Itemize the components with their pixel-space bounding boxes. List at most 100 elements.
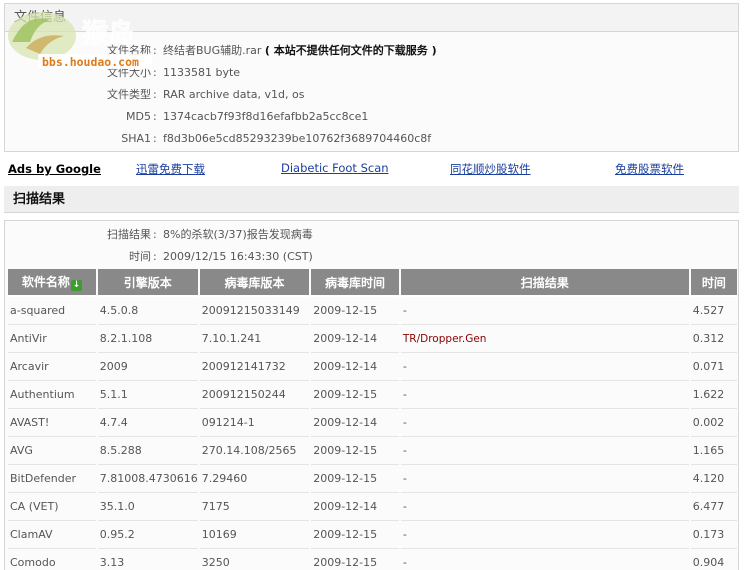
cell-db-version: 200912150244 bbox=[199, 381, 310, 409]
cell-scan-result: - bbox=[400, 437, 689, 465]
cell-db-time: 2009-12-14 bbox=[311, 409, 399, 437]
separator: : bbox=[153, 88, 157, 101]
ad-link-xunlei[interactable]: 迅雷免费下载 bbox=[136, 161, 205, 177]
cell-db-version: 091214-1 bbox=[199, 409, 310, 437]
file-type-label: 文件类型 bbox=[107, 88, 151, 101]
cell-db-time: 2009-12-15 bbox=[311, 437, 399, 465]
logo-url: bbs.houdao.com bbox=[42, 55, 139, 69]
cell-db-version: 7.29460 bbox=[199, 465, 310, 493]
cell-software-name: BitDefender bbox=[8, 465, 96, 493]
ad-link-free-stock-software[interactable]: 免费股票软件 bbox=[615, 161, 684, 177]
table-row: ClamAV 0.95.2 10169 2009-12-15-0.173 bbox=[8, 521, 737, 549]
cell-scan-time: 4.120 bbox=[690, 465, 737, 493]
cell-engine-version: 3.13 bbox=[98, 549, 198, 570]
table-row: AVAST! 4.7.4 091214-1 2009-12-14-0.002 bbox=[8, 409, 737, 437]
scan-summary-row: 扫描结果 : 8%的杀软(3/37)报告发现病毒 bbox=[5, 224, 738, 246]
sha1-row: SHA1 : f8d3b06e5cd85293239be10762f368970… bbox=[5, 128, 738, 150]
cell-scan-time: 0.002 bbox=[690, 409, 737, 437]
table-row: BitDefender 7.81008.4730616 7.29460 2009-12… bbox=[8, 465, 737, 493]
houdao-logo: 猴岛 bbs.houdao.com bbox=[8, 12, 152, 69]
download-notice: ( 本站不提供任何文件的下载服务 ) bbox=[264, 44, 437, 57]
cell-software-name: Comodo bbox=[8, 549, 96, 570]
cell-engine-version: 8.2.1.108 bbox=[97, 325, 198, 353]
table-row: a-squared 4.5.0.8 20091215033149 2009-12-15… bbox=[8, 297, 737, 325]
cell-software-name: AVAST! bbox=[8, 409, 96, 437]
md5-value: 1374cacb7f93f8d16efafbb2a5cc8ce1 bbox=[163, 110, 369, 123]
separator: : bbox=[153, 250, 157, 263]
table-row: Arcavir 2009 200912141732 2009-12-14-0.071 bbox=[8, 353, 737, 381]
ad-link-tonghuashun[interactable]: 同花顺炒股软件 bbox=[450, 161, 531, 177]
cell-db-version: 20091215033149 bbox=[199, 297, 310, 325]
cell-scan-time: 0.173 bbox=[690, 521, 737, 549]
cell-scan-result: - bbox=[401, 549, 689, 570]
cell-software-name: ClamAV bbox=[8, 521, 96, 549]
cell-db-time: 2009-12-14 bbox=[311, 353, 399, 381]
cell-scan-result: - bbox=[400, 297, 689, 325]
cell-scan-result: - bbox=[400, 521, 689, 549]
cell-software-name: Arcavir bbox=[8, 353, 96, 381]
cell-engine-version: 7.81008.4730616 bbox=[97, 465, 198, 493]
file-size-value: 1133581 byte bbox=[163, 66, 241, 79]
ads-by-google-link[interactable]: Ads by Google bbox=[8, 162, 101, 176]
cell-software-name: CA (VET) bbox=[8, 493, 96, 521]
sort-down-icon[interactable]: ↓ bbox=[70, 280, 82, 291]
cell-engine-version: 8.5.288 bbox=[97, 437, 198, 465]
file-type-value: RAR archive data, v1d, os bbox=[163, 88, 305, 101]
cell-db-version: 7.10.1.241 bbox=[199, 325, 310, 353]
cell-scan-result: - bbox=[400, 465, 689, 493]
md5-row: MD5 : 1374cacb7f93f8d16efafbb2a5cc8ce1 bbox=[5, 106, 738, 128]
cell-engine-version: 4.5.0.8 bbox=[97, 297, 198, 325]
separator: : bbox=[153, 110, 157, 123]
ad-link-diabetic-foot-scan[interactable]: Diabetic Foot Scan bbox=[281, 161, 389, 175]
table-row: Authentium 5.1.1 200912150244 2009-12-15-1.… bbox=[8, 381, 737, 409]
scan-time-label: 时间 bbox=[129, 250, 151, 263]
cell-db-version: 270.14.108/2565 bbox=[199, 437, 310, 465]
md5-label: MD5 bbox=[126, 110, 151, 123]
cell-scan-time: 6.477 bbox=[690, 493, 737, 521]
cell-db-time: 2009-12-15 bbox=[311, 549, 399, 570]
cell-engine-version: 2009 bbox=[97, 353, 198, 381]
cell-engine-version: 0.95.2 bbox=[97, 521, 198, 549]
sha1-value: f8d3b06e5cd85293239be10762f3689704460c8f bbox=[163, 132, 432, 145]
cell-db-time: 2009-12-15 bbox=[311, 297, 399, 325]
cell-scan-result: - bbox=[400, 409, 689, 437]
scan-results-table: 软件名称 ↓ 引擎版本 病毒库版本 病毒库时间 扫描结果 时间 a-squared… bbox=[6, 269, 739, 570]
scan-summary-label: 扫描结果 bbox=[107, 228, 151, 241]
table-header-row: 软件名称 ↓ 引擎版本 病毒库版本 病毒库时间 扫描结果 时间 bbox=[8, 269, 737, 297]
table-row: AntiVir 8.2.1.108 7.10.1.241 2009-12-14 TR/D… bbox=[8, 325, 737, 353]
column-header-software[interactable]: 软件名称 ↓ bbox=[8, 269, 96, 297]
scan-time-value: 2009/12/15 16:43:30 (CST) bbox=[163, 250, 313, 263]
column-header-time: 时间 bbox=[690, 269, 737, 297]
cell-scan-time: 0.071 bbox=[690, 353, 737, 381]
cell-software-name: a-squared bbox=[8, 297, 96, 325]
column-header-engine-version: 引擎版本 bbox=[97, 269, 198, 297]
cell-scan-result: - bbox=[400, 493, 689, 521]
cell-scan-result: - bbox=[400, 353, 689, 381]
cell-scan-time: 0.312 bbox=[690, 325, 737, 353]
cell-db-version: 3250 bbox=[200, 549, 309, 570]
logo-mark: 猴岛 bbox=[82, 18, 134, 49]
separator: : bbox=[153, 228, 157, 241]
file-name-value: 终结者BUG辅助.rar bbox=[163, 44, 262, 57]
cell-engine-version: 35.1.0 bbox=[97, 493, 198, 521]
cell-db-time: 2009-12-14 bbox=[311, 493, 399, 521]
cell-software-name: Authentium bbox=[8, 381, 96, 409]
table-row: CA (VET) 35.1.0 7175 2009-12-14-6.477 bbox=[8, 493, 737, 521]
ads-bar: Ads by Google 迅雷免费下载 Diabetic Foot Scan … bbox=[8, 160, 736, 178]
cell-db-time: 2009-12-14 bbox=[311, 325, 399, 353]
column-header-scan-result: 扫描结果 bbox=[400, 269, 689, 297]
scan-result-panel: 扫描结果 : 8%的杀软(3/37)报告发现病毒 时间 : 2009/12/15… bbox=[4, 220, 739, 570]
column-header-db-time: 病毒库时间 bbox=[311, 269, 399, 297]
cell-scan-result: - bbox=[400, 381, 689, 409]
cell-scan-time: 1.622 bbox=[690, 381, 737, 409]
file-type-row: 文件类型 : RAR archive data, v1d, os bbox=[5, 84, 738, 106]
column-header-db-version: 病毒库版本 bbox=[199, 269, 310, 297]
separator: : bbox=[153, 132, 157, 145]
table-row: AVG 8.5.288 270.14.108/2565 2009-12-15-1.16… bbox=[8, 437, 737, 465]
cell-scan-time: 0.904 bbox=[691, 549, 737, 570]
cell-db-time: 2009-12-15 bbox=[311, 381, 399, 409]
cell-scan-time: 4.527 bbox=[690, 297, 737, 325]
cell-scan-result: TR/Dropper.Gen bbox=[400, 325, 689, 353]
cell-engine-version: 4.7.4 bbox=[97, 409, 198, 437]
cell-db-version: 7175 bbox=[199, 493, 310, 521]
